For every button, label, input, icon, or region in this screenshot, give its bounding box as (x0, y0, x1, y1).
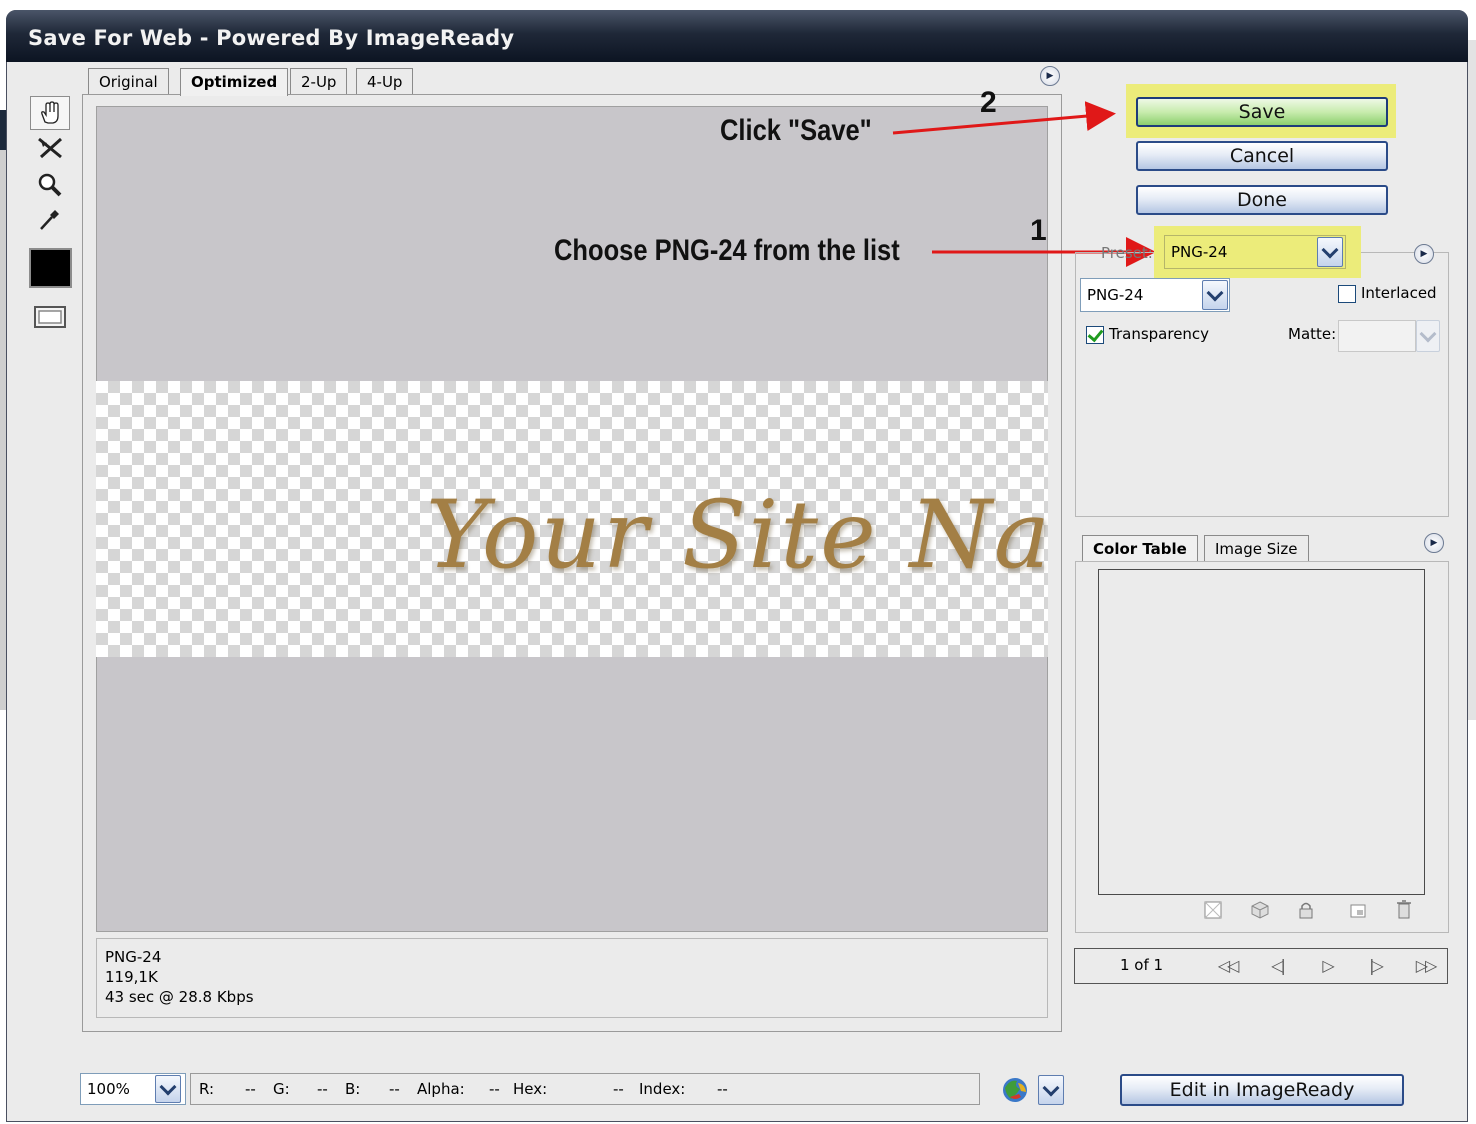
blue-label: B: (345, 1080, 361, 1098)
next-frame-icon[interactable]: |▷ (1352, 951, 1398, 979)
zoom-tool-icon[interactable] (30, 168, 70, 202)
zoom-dropdown-button[interactable] (155, 1075, 181, 1103)
tab-2-up[interactable]: 2-Up (290, 68, 348, 95)
format-dropdown-button[interactable] (1202, 280, 1228, 310)
step-2-instruction: Click "Save" (720, 114, 872, 147)
info-format: PNG-24 (105, 948, 162, 966)
chevron-down-icon (1206, 284, 1224, 302)
red-value: -- (245, 1080, 256, 1098)
blue-value: -- (389, 1080, 400, 1098)
map-to-transparent-icon[interactable] (1203, 900, 1223, 920)
transparent-image-area[interactable]: Your Site Nam (96, 381, 1048, 657)
optimization-info: PNG-24 119,1K 43 sec @ 28.8 Kbps (96, 938, 1048, 1018)
toggle-slices-icon[interactable] (30, 300, 70, 334)
chevron-down-icon (1042, 1079, 1060, 1097)
green-label: G: (273, 1080, 290, 1098)
save-button[interactable]: Save (1136, 97, 1388, 127)
info-download-time: 43 sec @ 28.8 Kbps (105, 988, 254, 1006)
chevron-down-icon (159, 1078, 177, 1096)
green-value: -- (317, 1080, 328, 1098)
hand-tool-icon[interactable] (30, 96, 70, 130)
tab-optimized[interactable]: Optimized (180, 68, 289, 96)
index-label: Index: (639, 1080, 686, 1098)
hex-value: -- (613, 1080, 624, 1098)
last-frame-icon[interactable]: ▷▷ (1402, 951, 1448, 979)
step-1-instruction: Choose PNG-24 from the list (554, 234, 900, 267)
matte-dropdown-button[interactable] (1416, 320, 1440, 352)
delete-color-icon[interactable] (1394, 898, 1414, 920)
matte-dropdown[interactable] (1338, 320, 1416, 352)
first-frame-icon[interactable]: ◁◁ (1204, 951, 1250, 979)
new-color-icon[interactable] (1348, 900, 1368, 920)
transparency-checkbox[interactable] (1086, 325, 1104, 344)
tab-4-up[interactable]: 4-Up (356, 68, 414, 95)
play-icon[interactable]: ▷ (1304, 951, 1350, 979)
format-value: PNG-24 (1087, 286, 1144, 304)
red-label: R: (199, 1080, 215, 1098)
preset-label: Preset: (1101, 244, 1153, 262)
chevron-down-icon (1321, 241, 1339, 259)
step-2-number: 2 (980, 86, 997, 119)
hex-label: Hex: (513, 1080, 548, 1098)
preset-value: PNG-24 (1171, 243, 1228, 261)
image-preview-text: Your Site Nam (426, 481, 1048, 590)
preview-menu-arrow-icon[interactable]: ▶ (1040, 66, 1060, 86)
optimize-menu-arrow-icon[interactable]: ▶ (1414, 244, 1434, 264)
index-value: -- (717, 1080, 728, 1098)
preview-browser-icon[interactable] (1000, 1075, 1030, 1105)
alpha-label: Alpha: (417, 1080, 465, 1098)
alpha-value: -- (489, 1080, 500, 1098)
browser-dropdown-button[interactable] (1038, 1075, 1064, 1105)
zoom-value: 100% (87, 1080, 130, 1098)
slice-select-tool-icon[interactable] (30, 132, 70, 166)
interlaced-label: Interlaced (1361, 284, 1437, 302)
eyedropper-tool-icon[interactable] (30, 202, 70, 236)
cancel-button[interactable]: Cancel (1136, 141, 1388, 171)
edit-in-imageready-button[interactable]: Edit in ImageReady (1120, 1074, 1404, 1106)
chevron-down-icon (1419, 325, 1437, 343)
transparency-label: Transparency (1109, 325, 1210, 343)
tab-original[interactable]: Original (88, 68, 169, 95)
tab-image-size[interactable]: Image Size (1204, 535, 1309, 562)
checkmark-icon (1087, 325, 1104, 343)
step-1-number: 1 (1030, 214, 1047, 247)
info-file-size: 119,1K (105, 968, 158, 986)
web-shift-icon[interactable] (1250, 900, 1270, 920)
preset-dropdown-button[interactable] (1317, 237, 1343, 267)
lock-color-icon[interactable] (1296, 900, 1316, 920)
eyedropper-color-swatch[interactable] (29, 248, 72, 288)
interlaced-checkbox[interactable] (1338, 285, 1356, 303)
done-button[interactable]: Done (1136, 185, 1388, 215)
color-readout-bar: R: -- G: -- B: -- Alpha: -- Hex: -- Inde… (190, 1073, 980, 1105)
frame-indicator: 1 of 1 (1120, 956, 1164, 974)
tab-color-table[interactable]: Color Table (1082, 535, 1198, 562)
color-table-menu-arrow-icon[interactable]: ▶ (1424, 533, 1444, 553)
dialog-title: Save For Web - Powered By ImageReady (28, 26, 515, 50)
previous-frame-icon[interactable]: ◁| (1254, 951, 1300, 979)
color-table-swatches[interactable] (1098, 569, 1425, 895)
matte-label: Matte: (1288, 325, 1337, 343)
